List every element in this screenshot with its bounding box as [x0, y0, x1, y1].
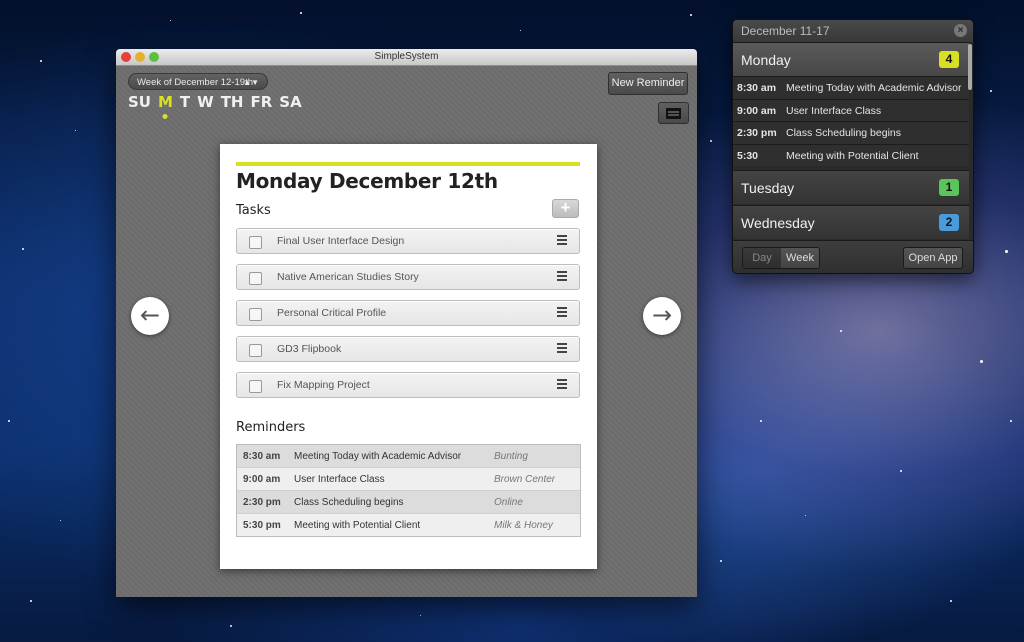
day-su[interactable]: SU: [128, 93, 151, 111]
accent-bar: [236, 162, 580, 166]
task-checkbox[interactable]: [249, 236, 262, 249]
reminder-time: 8:30 am: [243, 451, 281, 462]
arrow-left-icon: ←: [139, 301, 161, 329]
task-item[interactable]: Native American Studies Story: [236, 264, 580, 290]
day-sa[interactable]: SA: [279, 93, 301, 111]
day-fr[interactable]: FR: [251, 93, 273, 111]
reminder-title: Meeting with Potential Client: [294, 520, 421, 531]
widget-event[interactable]: 2:30 pm Class Scheduling begins: [733, 121, 969, 144]
task-item[interactable]: Personal Critical Profile: [236, 300, 580, 326]
week-select[interactable]: Week of December 12-19th ▲▼: [128, 73, 268, 90]
reminder-location: Online: [494, 497, 523, 508]
drag-handle-icon[interactable]: [557, 271, 567, 282]
reminder-row[interactable]: 5:30 pm Meeting with Potential Client Mi…: [237, 513, 580, 536]
reminder-location: Brown Center: [494, 474, 556, 485]
task-label: GD3 Flipbook: [277, 343, 342, 355]
event-count-badge: 4: [939, 51, 959, 68]
week-view-button[interactable]: Week: [781, 248, 819, 268]
widget-event-title: User Interface Class: [786, 104, 882, 117]
arrow-right-icon: →: [651, 301, 673, 329]
next-day-button[interactable]: →: [643, 297, 681, 335]
reminders-table: 8:30 am Meeting Today with Academic Advi…: [236, 444, 581, 537]
widget-event[interactable]: 8:30 am Meeting Today with Academic Advi…: [733, 76, 969, 99]
calendar-widget: December 11-17 × Monday 4 8:30 am Meetin…: [732, 19, 974, 274]
day-w[interactable]: W: [197, 93, 214, 111]
task-checkbox[interactable]: [249, 272, 262, 285]
reminder-title: Class Scheduling begins: [294, 497, 404, 508]
widget-event-list: 8:30 am Meeting Today with Academic Advi…: [733, 76, 969, 166]
task-label: Fix Mapping Project: [277, 379, 370, 391]
day-selector: SU M T W TH FR SA: [128, 93, 302, 111]
day-m[interactable]: M: [158, 93, 173, 111]
view-toggle: Day Week: [742, 247, 820, 269]
widget-date-range: December 11-17: [741, 24, 830, 38]
tasks-title: Tasks: [236, 203, 271, 218]
task-label: Native American Studies Story: [277, 271, 419, 283]
reminder-location: Milk & Honey: [494, 520, 553, 531]
open-app-button[interactable]: Open App: [903, 247, 963, 269]
week-select-label: Week of December 12-19th: [137, 77, 253, 88]
reminders-title: Reminders: [236, 420, 306, 435]
widget-day-label: Monday: [741, 52, 791, 68]
close-window-button[interactable]: [121, 52, 131, 62]
task-label: Final User Interface Design: [277, 235, 405, 247]
task-item[interactable]: GD3 Flipbook: [236, 336, 580, 362]
widget-event-time: 5:30: [737, 149, 759, 162]
widget-event-title: Meeting Today with Academic Advisor: [786, 82, 962, 94]
task-item[interactable]: Fix Mapping Project: [236, 372, 580, 398]
add-task-button[interactable]: +: [552, 199, 579, 218]
day-th[interactable]: TH: [221, 93, 244, 111]
widget-event-time: 9:00 am: [737, 104, 777, 117]
reminder-title: User Interface Class: [294, 474, 385, 485]
task-checkbox[interactable]: [249, 344, 262, 357]
reminder-row[interactable]: 8:30 am Meeting Today with Academic Advi…: [237, 445, 580, 467]
reminder-time: 9:00 am: [243, 474, 281, 485]
widget-scrollbar[interactable]: [968, 44, 972, 90]
window-title: SimpleSystem: [374, 51, 439, 62]
list-view-button[interactable]: [658, 102, 689, 124]
widget-day-monday[interactable]: Monday 4: [733, 42, 969, 76]
reminder-row[interactable]: 9:00 am User Interface Class Brown Cente…: [237, 467, 580, 490]
list-icon: [666, 108, 681, 119]
widget-day-wednesday[interactable]: Wednesday 2: [733, 205, 969, 239]
reminder-time: 2:30 pm: [243, 497, 281, 508]
new-reminder-button[interactable]: New Reminder: [608, 72, 688, 95]
drag-handle-icon[interactable]: [557, 379, 567, 390]
widget-event-title: Meeting with Potential Client: [786, 149, 919, 162]
day-t[interactable]: T: [180, 93, 190, 111]
widget-event[interactable]: 9:00 am User Interface Class: [733, 98, 969, 121]
reminder-time: 5:30 pm: [243, 520, 281, 531]
reminder-location: Bunting: [494, 451, 528, 462]
widget-header: December 11-17 ×: [733, 20, 973, 42]
previous-day-button[interactable]: ←: [131, 297, 169, 335]
event-count-badge: 2: [939, 214, 959, 231]
widget-day-label: Wednesday: [741, 215, 815, 231]
event-count-badge: 1: [939, 179, 959, 196]
task-item[interactable]: Final User Interface Design: [236, 228, 580, 254]
widget-event-title: Class Scheduling begins: [786, 127, 901, 139]
main-window: SimpleSystem Week of December 12-19th ▲▼…: [116, 49, 697, 597]
day-heading: Monday December 12th: [236, 169, 498, 193]
day-card: Monday December 12th Tasks + Final User …: [220, 144, 597, 569]
widget-day-label: Tuesday: [741, 180, 795, 196]
drag-handle-icon[interactable]: [557, 307, 567, 318]
zoom-window-button[interactable]: [149, 52, 159, 62]
close-icon[interactable]: ×: [954, 24, 967, 37]
reminder-title: Meeting Today with Academic Advisor: [294, 451, 462, 462]
task-checkbox[interactable]: [249, 380, 262, 393]
drag-handle-icon[interactable]: [557, 235, 567, 246]
widget-event-time: 2:30 pm: [737, 127, 777, 139]
widget-event[interactable]: 5:30 Meeting with Potential Client: [733, 143, 969, 166]
widget-footer: Day Week Open App: [733, 240, 973, 273]
title-bar: SimpleSystem: [116, 49, 697, 66]
updown-arrows-icon: ▲▼: [243, 78, 259, 87]
reminder-row[interactable]: 2:30 pm Class Scheduling begins Online: [237, 490, 580, 513]
day-view-button[interactable]: Day: [743, 248, 781, 268]
minimize-window-button[interactable]: [135, 52, 145, 62]
widget-event-time: 8:30 am: [737, 82, 777, 94]
drag-handle-icon[interactable]: [557, 343, 567, 354]
task-label: Personal Critical Profile: [277, 307, 387, 319]
task-checkbox[interactable]: [249, 308, 262, 321]
widget-day-tuesday[interactable]: Tuesday 1: [733, 170, 969, 204]
